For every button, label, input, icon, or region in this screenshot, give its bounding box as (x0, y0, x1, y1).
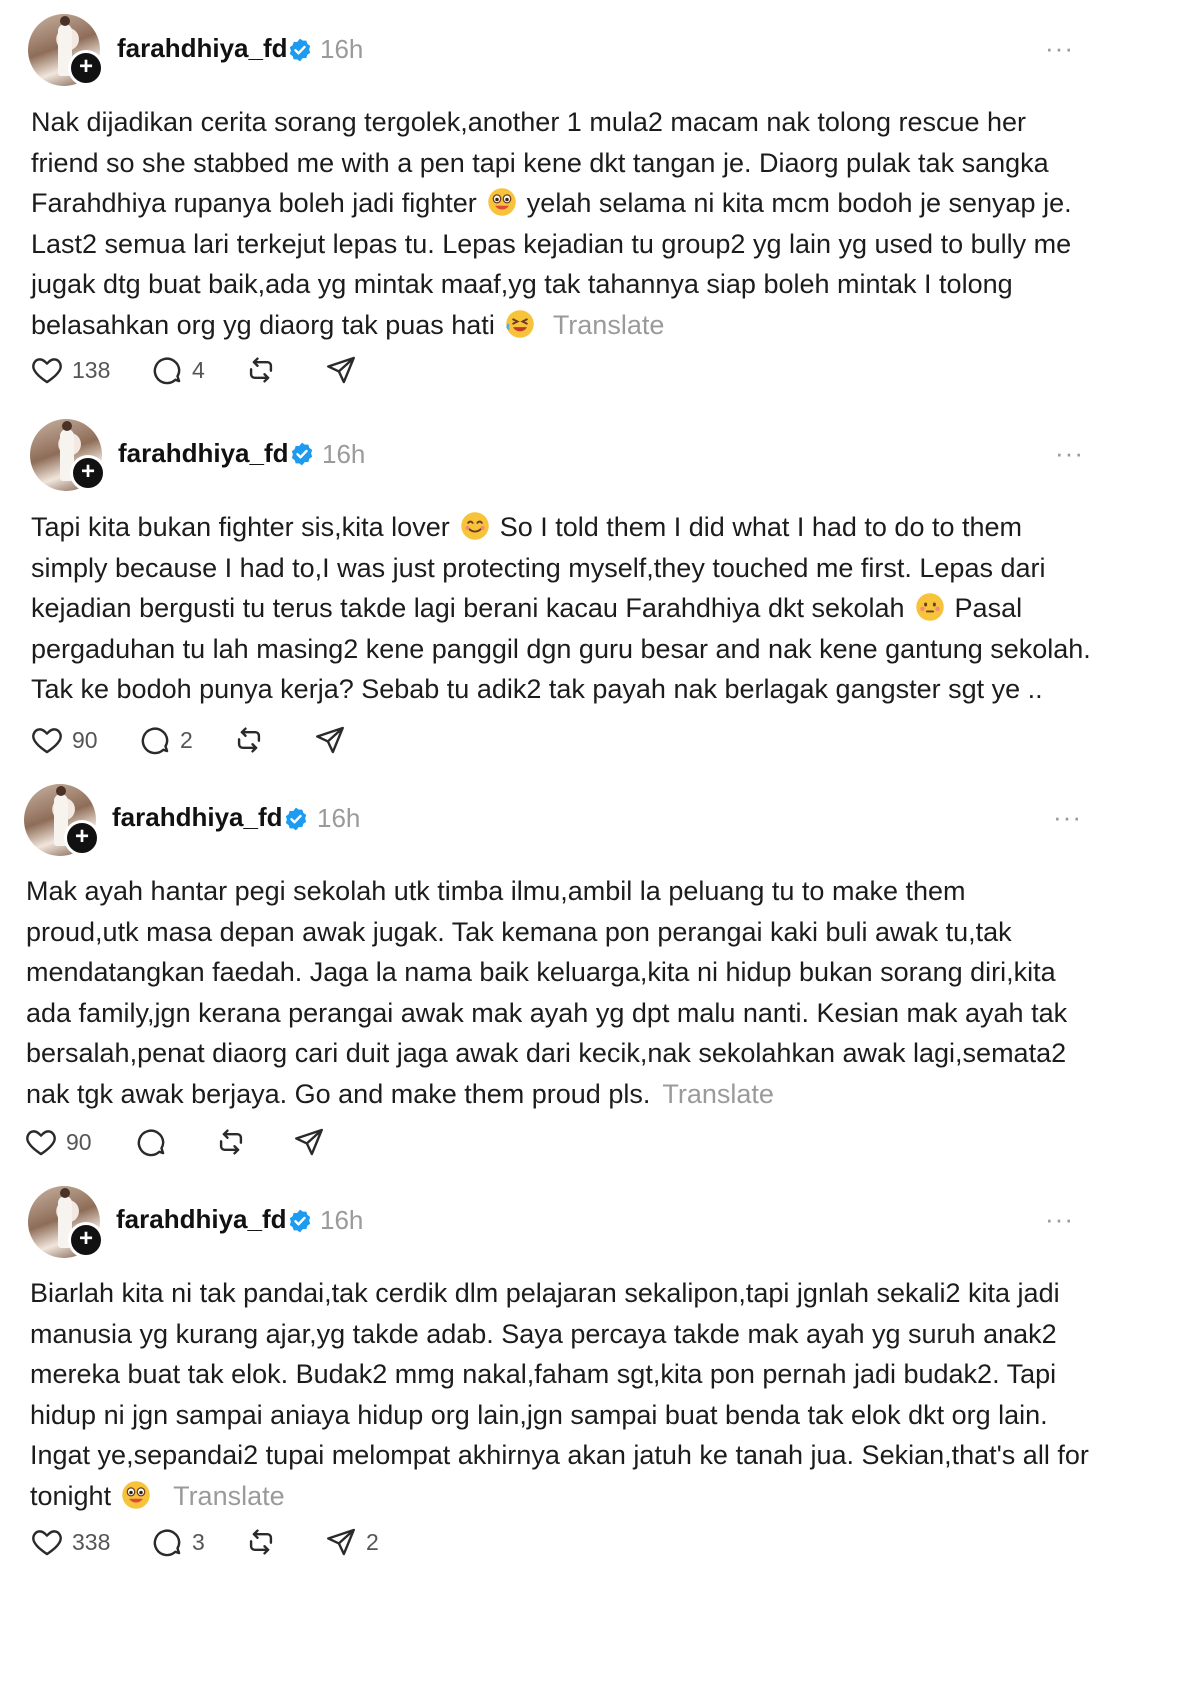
post-text: Tapi kita bukan fighter sis,kita lover So… (31, 511, 1091, 704)
comment-count: 2 (180, 726, 193, 753)
repost-button[interactable] (214, 1122, 248, 1162)
timestamp: 16h (320, 1205, 364, 1235)
share-button[interactable] (324, 350, 358, 390)
like-count: 90 (66, 1128, 92, 1155)
shy-emoji-icon (915, 592, 945, 622)
translate-link[interactable]: Translate (553, 310, 665, 340)
like-button[interactable]: 138 (30, 350, 110, 390)
username[interactable]: farahdhiya_fd (117, 33, 288, 64)
follow-plus-button[interactable]: + (68, 50, 104, 86)
username[interactable]: farahdhiya_fd (112, 802, 283, 833)
username[interactable]: farahdhiya_fd (116, 1204, 287, 1235)
like-count: 138 (72, 356, 111, 383)
repost-icon (244, 353, 278, 387)
follow-plus-button[interactable]: + (68, 1222, 104, 1258)
verified-badge-icon (283, 806, 309, 832)
verified-badge-icon (287, 1208, 313, 1234)
heart-icon (30, 1525, 64, 1559)
comment-button[interactable]: 3 (150, 1522, 205, 1562)
translate-link[interactable]: Translate (662, 1079, 774, 1109)
share-count: 2 (366, 1528, 379, 1555)
verified-badge-icon (289, 441, 315, 467)
heart-icon (24, 1125, 58, 1159)
post-text: Biarlah kita ni tak pandai,tak cerdik dl… (30, 1278, 1089, 1511)
grinning-emoji-icon (121, 1480, 151, 1510)
send-icon (324, 353, 358, 387)
repost-icon (232, 723, 266, 757)
share-button[interactable]: 2 (324, 1522, 379, 1562)
more-options-button[interactable]: ··· (1055, 438, 1084, 469)
verified-badge-icon (287, 37, 313, 63)
repost-button[interactable] (232, 720, 266, 760)
like-button[interactable]: 90 (30, 720, 98, 760)
post-text: Mak ayah hantar pegi sekolah utk timba i… (26, 876, 1068, 1109)
like-button[interactable]: 90 (24, 1122, 92, 1162)
repost-icon (214, 1125, 248, 1159)
timestamp: 16h (320, 34, 364, 64)
repost-button[interactable] (244, 350, 278, 390)
comment-button[interactable]: 2 (138, 720, 193, 760)
comment-icon (138, 723, 172, 757)
comment-count: 3 (192, 1528, 205, 1555)
rofl-emoji-icon (505, 309, 535, 339)
comment-button[interactable] (134, 1122, 176, 1162)
comment-icon (134, 1125, 168, 1159)
share-button[interactable] (313, 720, 347, 760)
more-options-button[interactable]: ··· (1045, 33, 1074, 64)
comment-count: 4 (192, 356, 205, 383)
like-button[interactable]: 338 (30, 1522, 110, 1562)
follow-plus-button[interactable]: + (64, 820, 100, 856)
heart-icon (30, 353, 64, 387)
grinning-emoji-icon (487, 187, 517, 217)
send-icon (324, 1525, 358, 1559)
smiling-emoji-icon (460, 511, 490, 541)
follow-plus-button[interactable]: + (70, 455, 106, 491)
heart-icon (30, 723, 64, 757)
timestamp: 16h (322, 439, 366, 469)
send-icon (292, 1125, 326, 1159)
share-button[interactable] (292, 1122, 326, 1162)
send-icon (313, 723, 347, 757)
repost-button[interactable] (244, 1522, 278, 1562)
repost-icon (244, 1525, 278, 1559)
timestamp: 16h (317, 803, 361, 833)
like-count: 90 (72, 726, 98, 753)
comment-button[interactable]: 4 (150, 350, 205, 390)
more-options-button[interactable]: ··· (1053, 802, 1082, 833)
comment-icon (150, 353, 184, 387)
post-text: Nak dijadikan cerita sorang tergolek,ano… (31, 107, 1072, 340)
username[interactable]: farahdhiya_fd (118, 438, 289, 469)
translate-link[interactable]: Translate (173, 1481, 285, 1511)
like-count: 338 (72, 1528, 111, 1555)
comment-icon (150, 1525, 184, 1559)
more-options-button[interactable]: ··· (1045, 1204, 1074, 1235)
